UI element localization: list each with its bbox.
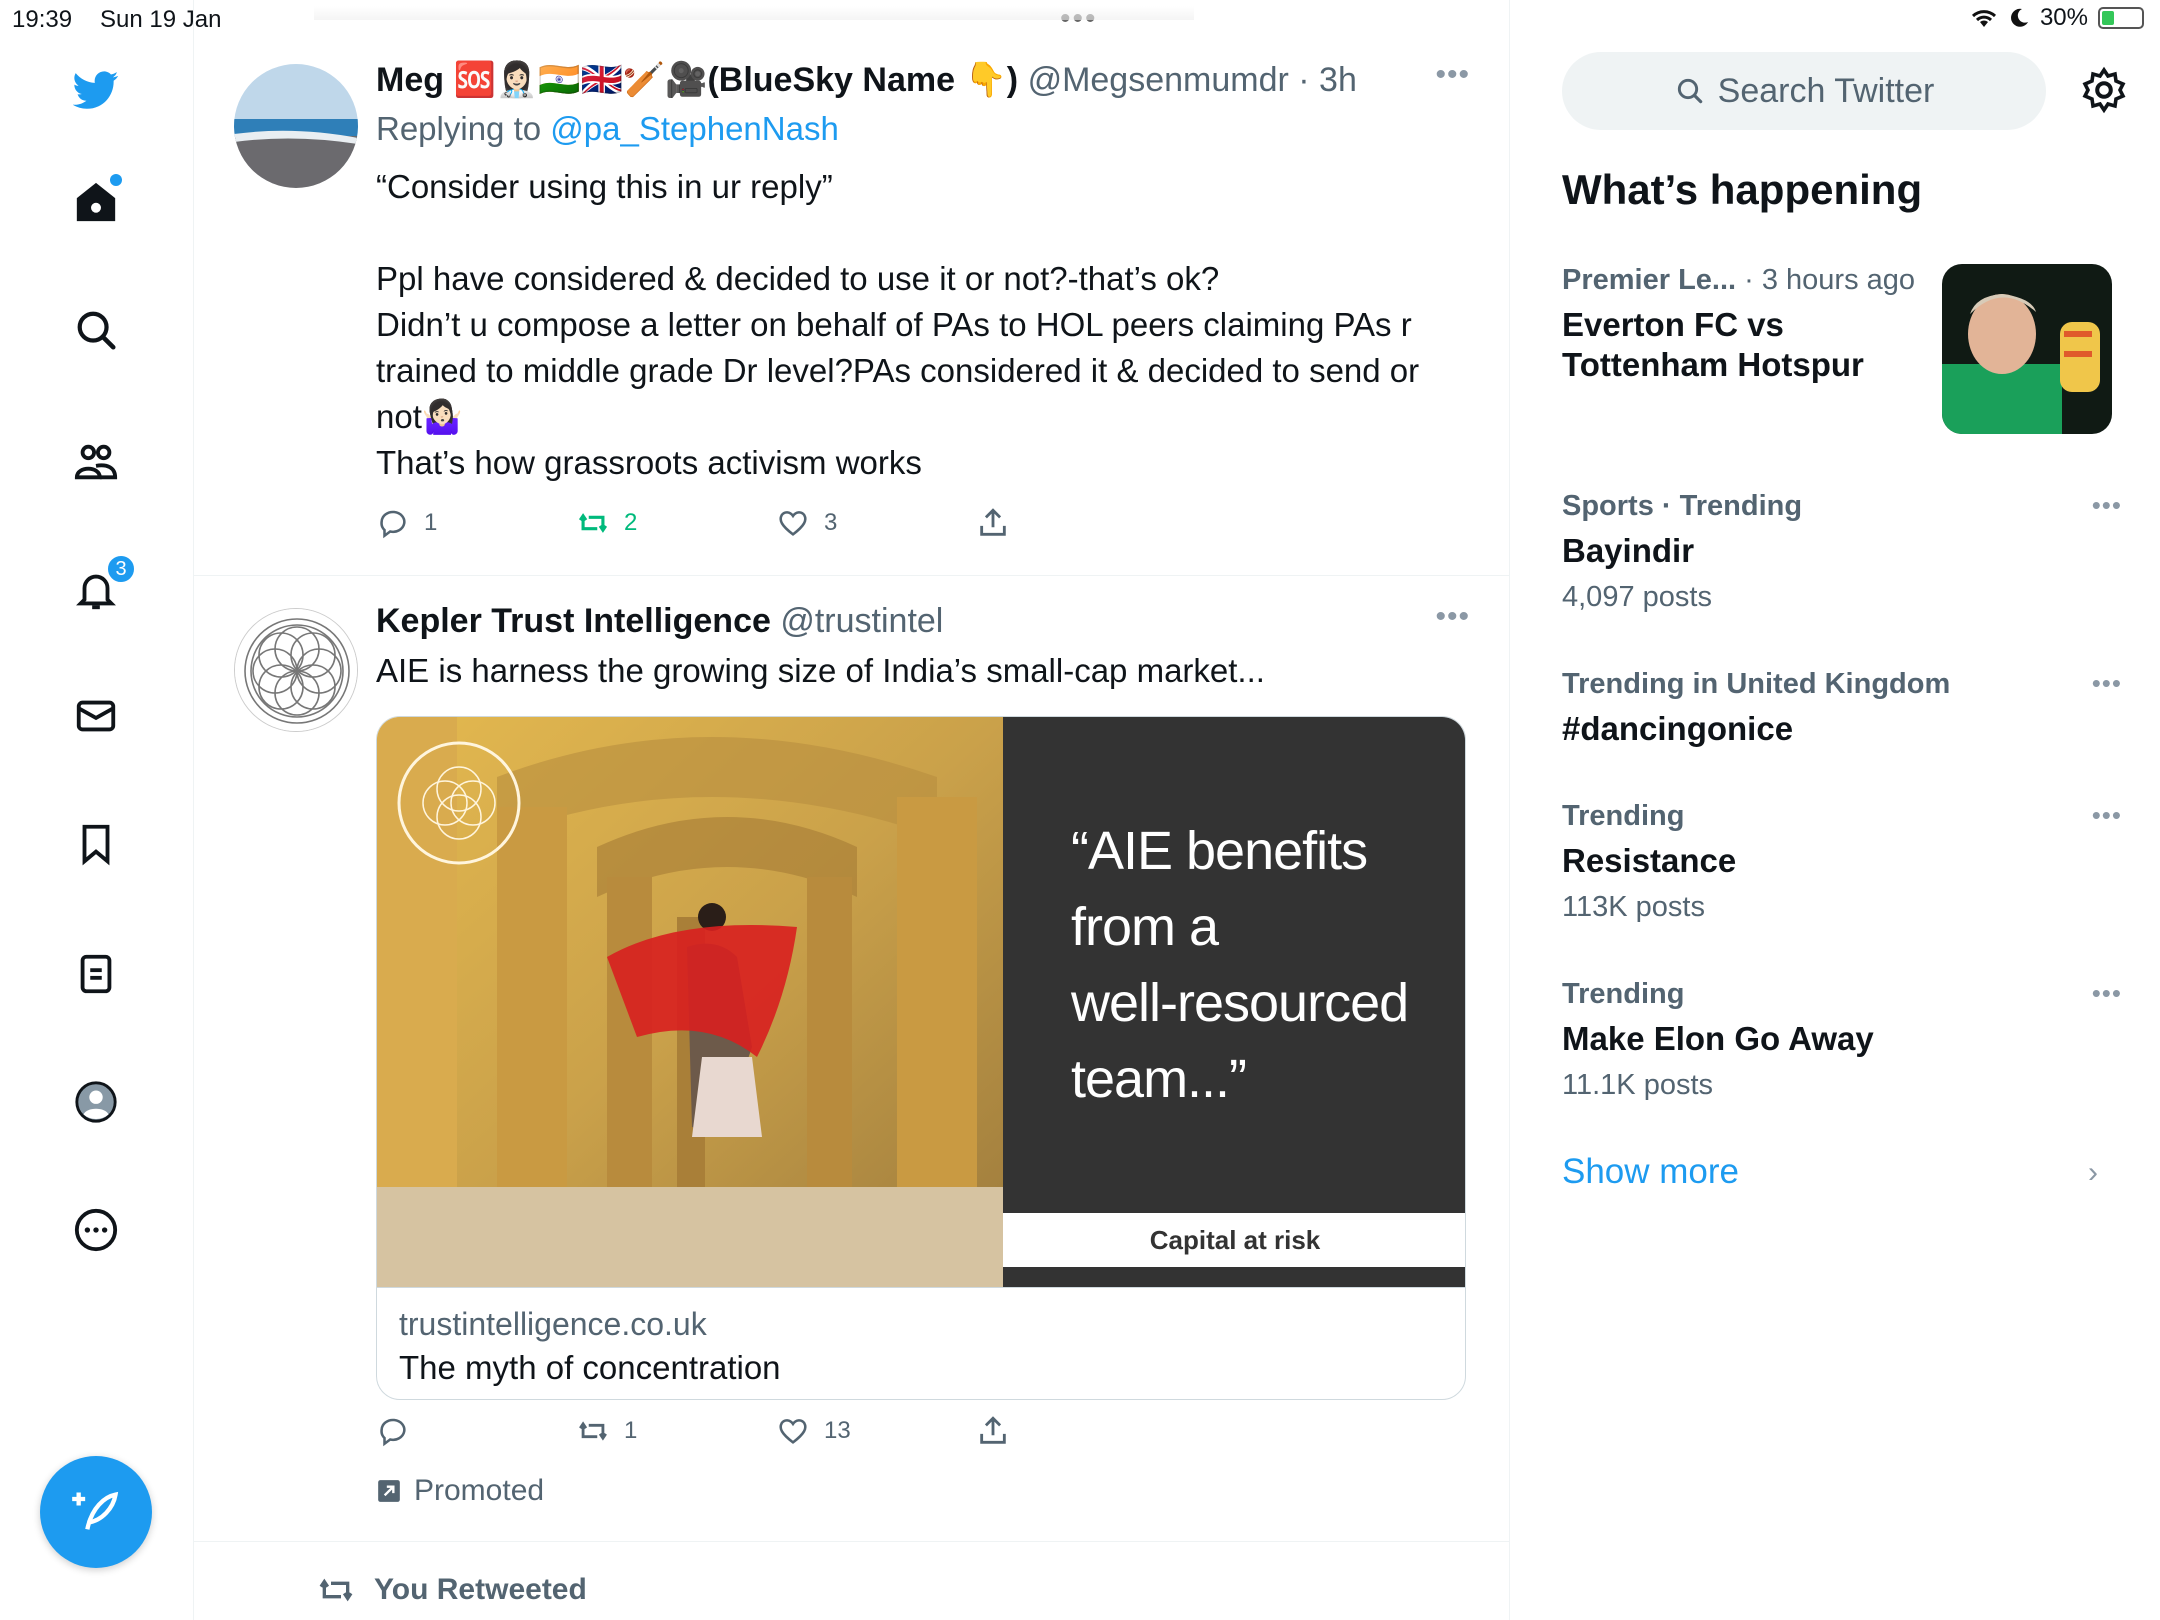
trend-title: Everton FC vs Tottenham Hotspur bbox=[1562, 306, 1864, 383]
replying-to-link[interactable]: @pa_StephenNash bbox=[550, 110, 839, 147]
right-sidebar: Search Twitter What’s happening Premier … bbox=[1510, 0, 2160, 1620]
trend-title: Bayindir bbox=[1562, 532, 1695, 569]
trend-title: Make Elon Go Away bbox=[1562, 1020, 1874, 1057]
trend-more-icon[interactable]: ••• bbox=[2092, 668, 2122, 699]
trend-item[interactable]: Trending in United Kingdom #dancingonice… bbox=[1562, 668, 2122, 749]
author-handle[interactable]: @Megsenmumdr bbox=[1028, 61, 1289, 99]
notifications-bell-icon[interactable]: 3 bbox=[66, 554, 136, 620]
retweet-icon bbox=[319, 1578, 353, 1602]
trend-count: 11.1K posts bbox=[1562, 1069, 1714, 1101]
notifications-badge: 3 bbox=[106, 554, 136, 584]
avatar[interactable] bbox=[234, 64, 358, 188]
heart-icon bbox=[779, 511, 807, 536]
trend-item[interactable]: Premier Le... · 3 hours ago Everton FC v… bbox=[1562, 264, 1942, 385]
left-navigation: 3 bbox=[0, 0, 194, 1620]
lists-icon[interactable] bbox=[66, 944, 126, 1004]
more-options-icon[interactable] bbox=[66, 1200, 126, 1260]
card-meta[interactable]: trustintelligence.co.uk The myth of conc… bbox=[377, 1287, 1465, 1399]
retweeted-header: You Retweeted bbox=[316, 1570, 587, 1610]
card-photo-india-palace bbox=[377, 717, 1003, 1287]
card-title: The myth of concentration bbox=[399, 1349, 781, 1386]
retweet-icon bbox=[579, 1421, 607, 1441]
reply-button[interactable] bbox=[376, 1414, 576, 1448]
reply-icon bbox=[380, 1418, 406, 1447]
capital-at-risk-label: Capital at risk bbox=[1003, 1213, 1465, 1267]
trend-title: #dancingonice bbox=[1562, 710, 1794, 747]
compose-tweet-button[interactable] bbox=[40, 1456, 152, 1568]
compose-feather-icon bbox=[72, 1491, 119, 1530]
tweet-time[interactable]: · 3h bbox=[1298, 61, 1357, 99]
tweet-more-icon[interactable]: ••• bbox=[1435, 58, 1470, 92]
home-unread-dot bbox=[110, 174, 122, 186]
share-button[interactable] bbox=[976, 1414, 1176, 1448]
retweet-button[interactable]: 1 bbox=[576, 1414, 776, 1448]
messages-envelope-icon[interactable] bbox=[66, 686, 126, 746]
tweet-text: “Consider using this in ur reply” Ppl ha… bbox=[376, 168, 1420, 481]
card-quote-panel: “AIE benefits from a well-resourced team… bbox=[1003, 717, 1465, 1213]
search-icon bbox=[1677, 78, 1702, 104]
replying-to: Replying to @pa_StephenNash bbox=[376, 110, 839, 147]
heart-icon bbox=[779, 1419, 807, 1444]
author-name[interactable]: Kepler Trust Intelligence bbox=[376, 602, 771, 640]
tweet-more-icon[interactable]: ••• bbox=[1435, 600, 1470, 634]
author-handle[interactable]: @trustintel bbox=[780, 602, 943, 640]
retweet-icon bbox=[578, 513, 608, 533]
trend-title: Resistance bbox=[1562, 842, 1737, 879]
reply-icon bbox=[380, 510, 406, 539]
trend-more-icon[interactable]: ••• bbox=[2092, 800, 2122, 831]
partially-hidden-retweet-header bbox=[314, 6, 1194, 20]
retweet-button[interactable]: 2 bbox=[576, 506, 776, 540]
promoted-icon bbox=[378, 1480, 400, 1502]
trend-item[interactable]: Trending Make Elon Go Away 11.1K posts •… bbox=[1562, 978, 2122, 1102]
like-button[interactable]: 13 bbox=[776, 1414, 976, 1448]
trend-item[interactable]: Trending Resistance 113K posts ••• bbox=[1562, 800, 2122, 924]
tweet-meg[interactable]: Meg 🆘👩🏻‍⚕️🇮🇳🇬🇧🏏🎥(BlueSky Name 👇) @Megsen… bbox=[194, 0, 1509, 576]
trend-more-icon[interactable]: ••• bbox=[2092, 978, 2122, 1009]
trend-count: 113K posts bbox=[1562, 891, 1705, 923]
card-domain: trustintelligence.co.uk bbox=[399, 1306, 707, 1342]
bookmarks-icon[interactable] bbox=[66, 814, 126, 874]
like-button[interactable]: 3 bbox=[776, 506, 976, 540]
tweet-actions: 1 13 bbox=[376, 1414, 1176, 1448]
home-icon[interactable] bbox=[66, 172, 126, 232]
tweet-kepler-promoted[interactable]: Kepler Trust Intelligence @trustintel ••… bbox=[194, 576, 1509, 1542]
avatar[interactable] bbox=[234, 608, 358, 732]
communities-icon[interactable] bbox=[66, 432, 126, 492]
share-icon bbox=[980, 508, 1006, 536]
trend-count: 4,097 posts bbox=[1562, 581, 1712, 613]
link-card[interactable]: “AIE benefits from a well-resourced team… bbox=[376, 716, 1466, 1400]
explore-search-icon[interactable] bbox=[66, 300, 126, 360]
search-input[interactable]: Search Twitter bbox=[1562, 52, 2046, 130]
gear-icon[interactable] bbox=[2080, 66, 2128, 114]
card-quote: “AIE benefits from a well-resourced team… bbox=[1071, 821, 1409, 1109]
author-name[interactable]: Meg 🆘👩🏻‍⚕️🇮🇳🇬🇧🏏🎥(BlueSky Name 👇) bbox=[376, 61, 1018, 99]
tweet-text: AIE is harness the growing size of India… bbox=[376, 652, 1265, 689]
profile-avatar-icon[interactable] bbox=[66, 1072, 126, 1132]
share-icon bbox=[980, 1416, 1006, 1444]
reply-button[interactable]: 1 bbox=[376, 506, 576, 540]
timeline-feed: Meg 🆘👩🏻‍⚕️🇮🇳🇬🇧🏏🎥(BlueSky Name 👇) @Megsen… bbox=[194, 0, 1510, 1620]
trend-thumbnail[interactable] bbox=[1942, 264, 2112, 434]
trend-more-icon[interactable]: ••• bbox=[2092, 490, 2122, 521]
promoted-label: Promoted bbox=[376, 1474, 544, 1508]
show-more-link[interactable]: Show more bbox=[1562, 1152, 1739, 1192]
chevron-right-icon: › bbox=[2088, 1156, 2098, 1189]
share-button[interactable] bbox=[976, 506, 1176, 540]
whats-happening-heading: What’s happening bbox=[1562, 166, 1923, 213]
twitter-logo-icon[interactable] bbox=[66, 60, 126, 120]
tweet-actions: 1 2 3 bbox=[376, 506, 1176, 540]
trend-item[interactable]: Sports · Trending Bayindir 4,097 posts •… bbox=[1562, 490, 2122, 614]
